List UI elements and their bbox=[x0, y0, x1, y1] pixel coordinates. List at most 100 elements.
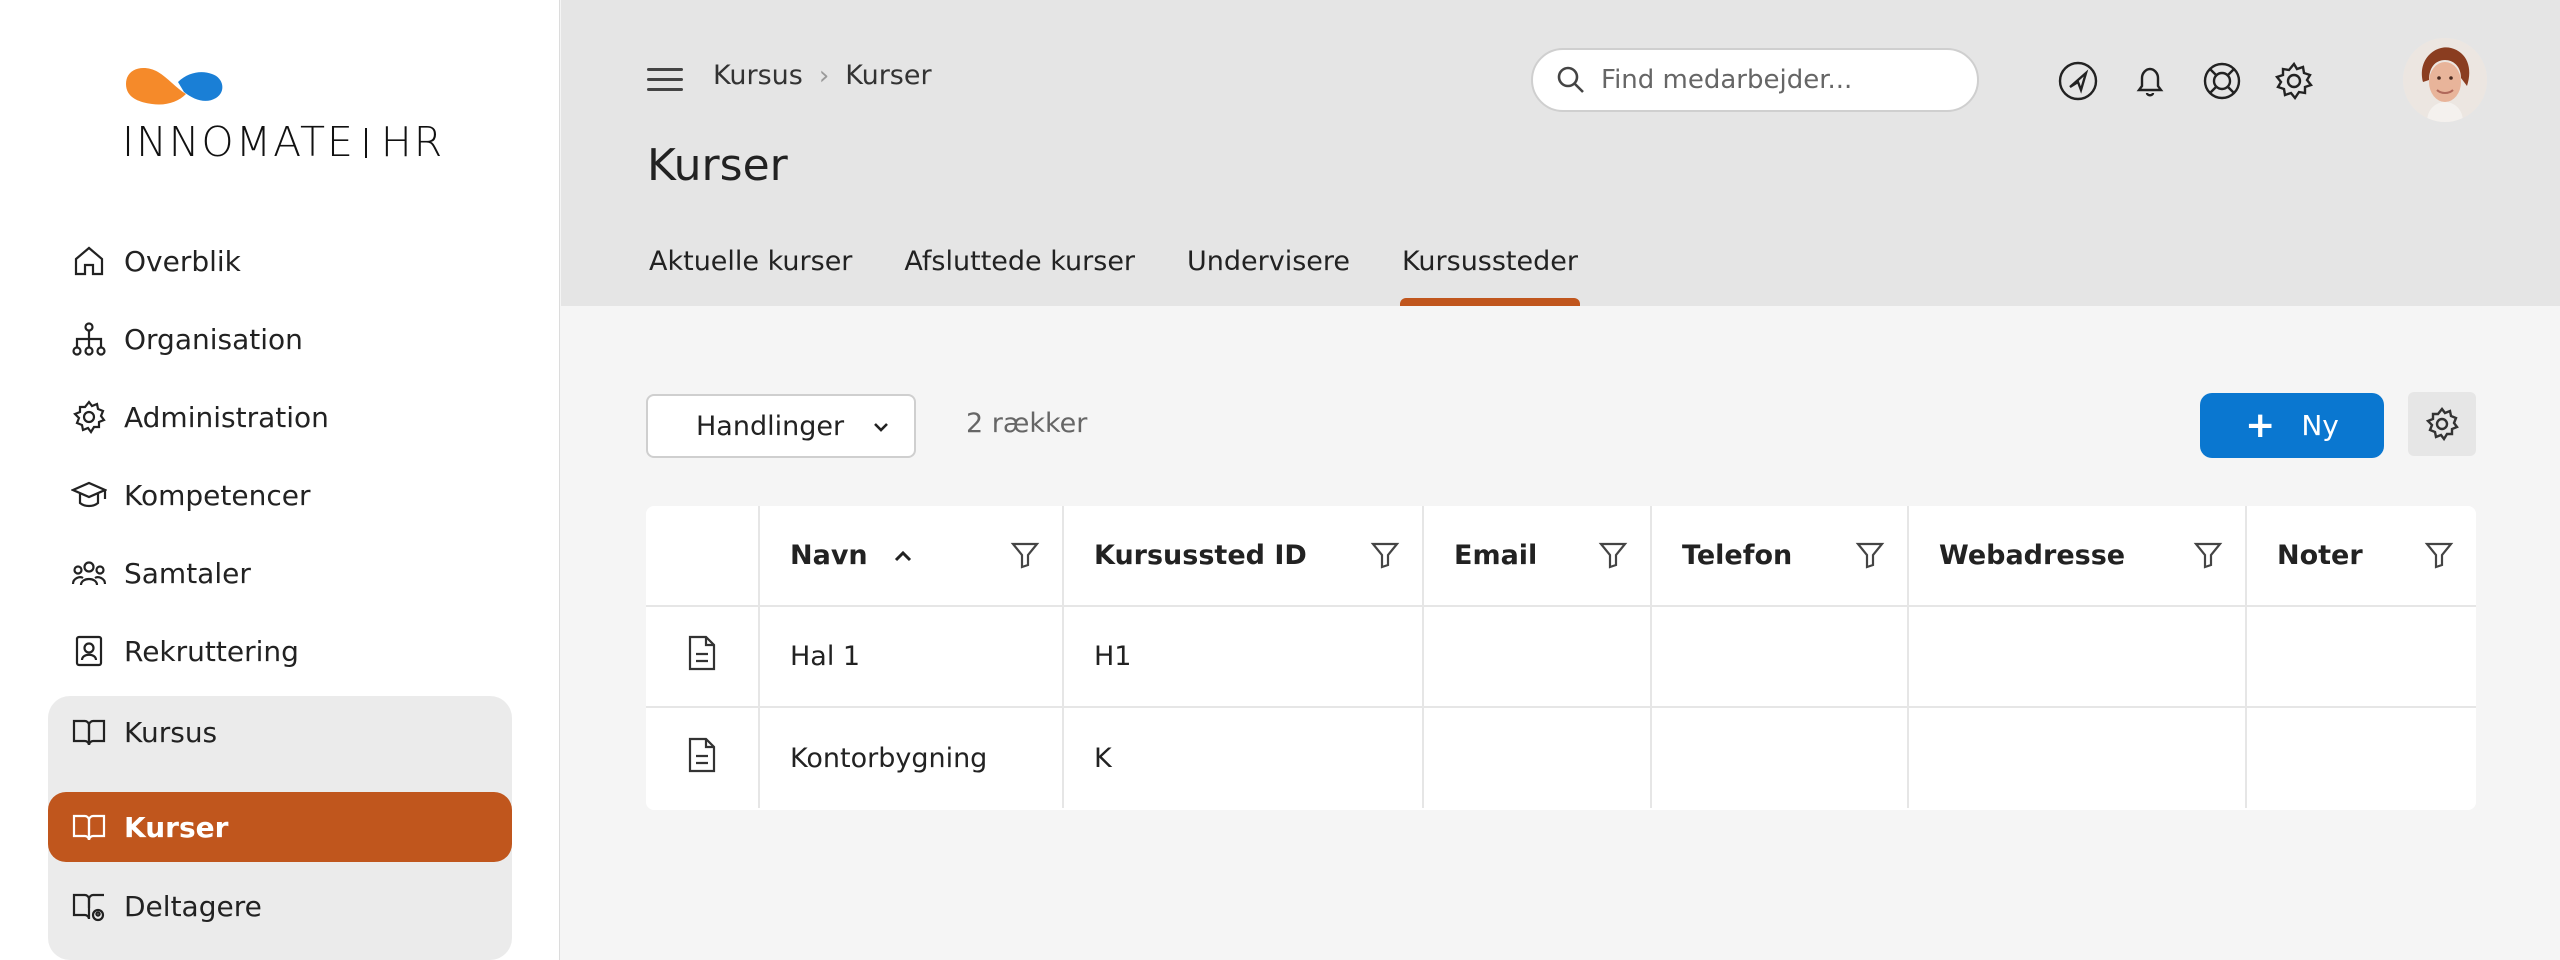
cell-email[interactable] bbox=[1423, 606, 1652, 708]
sidebar-item-administration[interactable]: Administration bbox=[48, 378, 512, 456]
column-header-label: Telefon bbox=[1682, 540, 1793, 571]
sidebar-item-label: Rekruttering bbox=[124, 634, 299, 668]
sidebar-item-label: Kompetencer bbox=[124, 478, 311, 512]
sidebar-item-label: Overblik bbox=[124, 244, 241, 278]
breadcrumb-item-kursus[interactable]: Kursus bbox=[713, 60, 803, 91]
bell-icon[interactable] bbox=[2129, 60, 2171, 102]
sidebar-item-rekruttering[interactable]: Rekruttering bbox=[48, 612, 512, 690]
actions-dropdown[interactable]: Handlinger bbox=[646, 394, 916, 458]
sidebar-item-label: Kursus bbox=[124, 715, 218, 749]
logo-mark-icon bbox=[126, 68, 223, 105]
search-icon bbox=[1557, 66, 1584, 93]
actions-dropdown-label: Handlinger bbox=[696, 410, 845, 442]
breadcrumb: Kursus › Kurser bbox=[713, 60, 932, 91]
user-avatar-icon bbox=[2403, 38, 2487, 122]
tab-aktuelle-kurser[interactable]: Aktuelle kurser bbox=[647, 246, 854, 306]
tab-kursussteder[interactable]: Kursussteder bbox=[1400, 246, 1580, 306]
row-count: 2 rækker bbox=[966, 408, 1088, 439]
cell-email[interactable] bbox=[1423, 707, 1652, 808]
filter-icon[interactable] bbox=[1370, 540, 1400, 570]
filter-icon[interactable] bbox=[2193, 540, 2223, 570]
search-input[interactable] bbox=[1601, 65, 1961, 95]
sidebar-item-kursus[interactable]: Kursus bbox=[48, 696, 512, 768]
column-header-kursussted-id[interactable]: Kursussted ID bbox=[1063, 506, 1424, 607]
table-settings-button[interactable] bbox=[2408, 392, 2476, 456]
chevron-right-icon: › bbox=[818, 60, 830, 91]
table-row[interactable]: Kontorbygning K bbox=[646, 707, 2476, 808]
sidebar-item-kurser[interactable]: Kurser bbox=[48, 792, 512, 862]
innomate-logo[interactable]: INNOMATE HR bbox=[122, 62, 462, 172]
filter-icon[interactable] bbox=[2424, 540, 2454, 570]
search-box[interactable] bbox=[1531, 48, 1979, 112]
cell-telefon[interactable] bbox=[1651, 606, 1909, 708]
book-icon bbox=[70, 808, 108, 846]
home-icon bbox=[70, 242, 108, 280]
cell-kursussted-id[interactable]: H1 bbox=[1063, 606, 1424, 708]
table-row[interactable]: Hal 1 H1 bbox=[646, 606, 2476, 708]
document-icon bbox=[688, 737, 716, 772]
column-header-telefon[interactable]: Telefon bbox=[1651, 506, 1909, 607]
book-icon bbox=[70, 713, 108, 751]
sidebar-nav: Overblik Organisation Administration Kom… bbox=[48, 222, 512, 690]
navigation-icon[interactable] bbox=[2057, 60, 2099, 102]
cell-navn[interactable]: Hal 1 bbox=[759, 606, 1064, 708]
sidebar-item-label: Deltagere bbox=[124, 889, 262, 923]
gear-icon bbox=[2425, 407, 2459, 442]
column-header-email[interactable]: Email bbox=[1423, 506, 1652, 607]
page-title: Kurser bbox=[647, 140, 788, 191]
sidebar-item-samtaler[interactable]: Samtaler bbox=[48, 534, 512, 612]
sidebar: INNOMATE HR Overblik Organisation Adminis… bbox=[0, 0, 560, 960]
book-user-icon bbox=[70, 887, 108, 925]
document-icon bbox=[688, 635, 716, 671]
page-header: Kursus › Kurser Kurser Aktuelle kurser A… bbox=[561, 0, 2560, 306]
sidebar-item-organisation[interactable]: Organisation bbox=[48, 300, 512, 378]
column-header-label: Navn bbox=[790, 540, 868, 571]
avatar[interactable] bbox=[2403, 38, 2487, 122]
new-button[interactable]: + Ny bbox=[2200, 393, 2384, 458]
new-button-label: Ny bbox=[2301, 409, 2339, 442]
sidebar-item-label: Organisation bbox=[124, 322, 303, 356]
column-header-label: Webadresse bbox=[1939, 540, 2126, 571]
row-open-cell[interactable] bbox=[646, 606, 760, 708]
cell-navn[interactable]: Kontorbygning bbox=[759, 707, 1064, 808]
filter-icon[interactable] bbox=[1855, 540, 1885, 570]
cell-telefon[interactable] bbox=[1651, 707, 1909, 808]
tab-afsluttede-kurser[interactable]: Afsluttede kurser bbox=[902, 246, 1137, 306]
chevron-down-icon bbox=[874, 423, 888, 432]
column-header-label: Kursussted ID bbox=[1094, 540, 1307, 571]
row-open-cell[interactable] bbox=[646, 707, 760, 808]
plus-icon: + bbox=[2245, 404, 2276, 446]
id-badge-icon bbox=[70, 632, 108, 670]
table-header-row: Navn Kursussted ID Email Telefon Webadre… bbox=[646, 506, 2476, 607]
hamburger-menu-icon[interactable] bbox=[645, 64, 685, 96]
gear-icon bbox=[70, 398, 108, 436]
filter-icon[interactable] bbox=[1598, 540, 1628, 570]
cell-webadresse[interactable] bbox=[1908, 707, 2247, 808]
column-header-navn[interactable]: Navn bbox=[759, 506, 1064, 607]
sidebar-item-kompetencer[interactable]: Kompetencer bbox=[48, 456, 512, 534]
sidebar-item-label: Administration bbox=[124, 400, 329, 434]
column-header-label: Email bbox=[1454, 540, 1538, 571]
header-cell-icon bbox=[646, 506, 760, 607]
data-table: Navn Kursussted ID Email Telefon Webadre… bbox=[646, 506, 2476, 810]
sort-ascending-icon[interactable] bbox=[892, 549, 914, 563]
filter-icon[interactable] bbox=[1010, 540, 1040, 570]
cell-noter[interactable] bbox=[2246, 707, 2476, 808]
tab-undervisere[interactable]: Undervisere bbox=[1185, 246, 1352, 306]
sidebar-item-label: Samtaler bbox=[124, 556, 251, 590]
sidebar-item-deltagere[interactable]: Deltagere bbox=[48, 870, 512, 942]
cell-noter[interactable] bbox=[2246, 606, 2476, 708]
sidebar-item-label: Kurser bbox=[124, 810, 229, 844]
cell-kursussted-id[interactable]: K bbox=[1063, 707, 1424, 808]
breadcrumb-item-kurser: Kurser bbox=[845, 60, 932, 91]
cell-webadresse[interactable] bbox=[1908, 606, 2247, 708]
settings-icon[interactable] bbox=[2273, 60, 2315, 102]
sidebar-item-overblik[interactable]: Overblik bbox=[48, 222, 512, 300]
column-header-webadresse[interactable]: Webadresse bbox=[1908, 506, 2247, 607]
sidebar-group-kursus: Kursus Kurser Deltagere bbox=[48, 696, 512, 960]
graduation-cap-icon bbox=[70, 476, 108, 514]
tabs: Aktuelle kurser Afsluttede kurser Underv… bbox=[647, 246, 1628, 306]
column-header-noter[interactable]: Noter bbox=[2246, 506, 2476, 607]
lifebuoy-icon[interactable] bbox=[2201, 60, 2243, 102]
column-header-label: Noter bbox=[2277, 540, 2363, 571]
